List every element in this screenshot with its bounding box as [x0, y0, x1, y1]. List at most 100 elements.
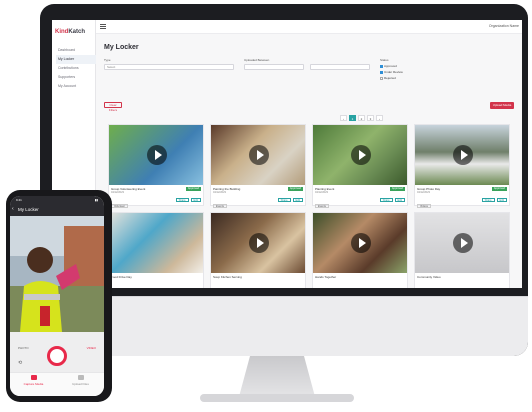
camera-preview-image: [10, 216, 104, 332]
status-approved-checkbox[interactable]: Approved: [380, 64, 397, 68]
hamburger-menu-icon[interactable]: [100, 24, 106, 29]
sidebar-item-dashboard[interactable]: Dashboard: [56, 46, 96, 55]
pagination-page[interactable]: 1: [349, 115, 356, 121]
status-badge: Approved: [389, 187, 405, 191]
media-title: Soup Kitchen Serving: [213, 275, 242, 279]
desktop-screen: KindKatch Dashboard My Locker Contributi…: [52, 20, 522, 288]
type-select[interactable]: Select: [104, 64, 234, 70]
play-icon[interactable]: [147, 145, 167, 165]
media-card[interactable]: Soup Kitchen Serving: [210, 212, 306, 288]
tab-capture-media[interactable]: Capture Media: [10, 375, 57, 386]
share-button[interactable]: Share: [379, 198, 393, 202]
play-icon[interactable]: [249, 145, 269, 165]
pagination-next[interactable]: ›: [376, 115, 383, 121]
phone-header: ‹ My Locker: [10, 204, 104, 216]
media-thumbnail: [211, 213, 305, 273]
mobile-screen: 9:41 ▮▮ ‹ My Locker PHOTO VIDEO ⟲ Captur…: [10, 196, 104, 396]
status-badge: Approved: [287, 187, 303, 191]
media-thumbnail: [313, 125, 407, 185]
flip-camera-icon[interactable]: ⟲: [18, 360, 22, 366]
pagination-page[interactable]: 3: [367, 115, 374, 121]
monitor-chin: [40, 296, 528, 356]
phone-status-bar: 9:41 ▮▮: [10, 196, 104, 204]
media-card[interactable]: Hands Together: [312, 212, 408, 288]
play-icon[interactable]: [249, 233, 269, 253]
media-date: 04/12/2023: [315, 191, 328, 194]
battery-icon: ▮▮: [94, 198, 98, 202]
phone-tab-bar: Capture Media Upload Files: [10, 372, 104, 396]
media-card[interactable]: Approved Planting Event 04/12/2023 Event…: [312, 124, 408, 208]
edit-button[interactable]: Edit: [190, 198, 201, 202]
clear-filters-button[interactable]: Clear Filters: [104, 102, 122, 112]
media-card[interactable]: Approved Group Photo Day 04/12/2023 Vide…: [414, 124, 510, 208]
date-from-input[interactable]: [244, 64, 304, 70]
logo[interactable]: KindKatch: [55, 29, 85, 35]
edit-button[interactable]: Edit: [292, 198, 303, 202]
media-thumbnail: [415, 125, 509, 185]
media-thumbnail: [313, 213, 407, 273]
logo-katch: Katch: [68, 29, 86, 35]
play-icon[interactable]: [453, 233, 473, 253]
media-thumbnail: [415, 213, 509, 273]
date-to-input[interactable]: [310, 64, 370, 70]
media-card[interactable]: Approved Painting the Building 04/12/202…: [210, 124, 306, 208]
date-filter-label: Uploaded Between: [244, 58, 270, 62]
media-date: 04/12/2023: [213, 191, 226, 194]
media-date: 04/12/2023: [417, 191, 430, 194]
share-button[interactable]: Share: [175, 198, 189, 202]
status-badge: Approved: [491, 187, 507, 191]
edit-button[interactable]: Edit: [394, 198, 405, 202]
tab-upload-files[interactable]: Upload Files: [57, 375, 104, 386]
sidebar-item-contributions[interactable]: Contributions: [56, 64, 96, 73]
card-actions: Share Edit: [481, 198, 507, 202]
filter-panel: Type Select Uploaded Between Status Appr…: [104, 58, 514, 98]
photo-mode-label[interactable]: PHOTO: [18, 346, 29, 350]
camera-controls: PHOTO VIDEO ⟲: [10, 332, 104, 372]
sidebar-item-my-locker[interactable]: My Locker: [56, 55, 96, 64]
phone-time: 9:41: [16, 198, 22, 202]
media-title: Hands Together: [315, 275, 337, 279]
play-icon[interactable]: [453, 145, 473, 165]
play-icon[interactable]: [351, 233, 371, 253]
pagination-page[interactable]: 2: [358, 115, 365, 121]
sidebar-item-supporters[interactable]: Supporters: [56, 73, 96, 82]
monitor-stand-base: [200, 394, 354, 402]
tab-label: Upload Files: [72, 382, 89, 386]
card-actions: Share Edit: [379, 198, 405, 202]
media-card[interactable]: Community Video: [414, 212, 510, 288]
media-tag: Events: [315, 204, 329, 208]
top-bar: Organization Name: [96, 20, 522, 34]
video-mode-label[interactable]: VIDEO: [87, 346, 96, 350]
media-tag: Volunteer: [111, 204, 128, 208]
organization-name[interactable]: Organization Name: [489, 24, 519, 28]
sidebar-item-my-account[interactable]: My Account: [56, 82, 96, 91]
pagination-prev[interactable]: ‹: [340, 115, 347, 121]
monitor-stand: [239, 356, 315, 396]
status-under-review-checkbox[interactable]: Under Review: [380, 70, 403, 74]
sidebar-nav: Dashboard My Locker Contributions Suppor…: [56, 46, 96, 91]
record-button[interactable]: [47, 346, 67, 366]
media-card[interactable]: Food Drive Day: [108, 212, 204, 288]
share-button[interactable]: Share: [277, 198, 291, 202]
share-button[interactable]: Share: [481, 198, 495, 202]
camera-preview: [10, 216, 104, 332]
camera-icon: [30, 375, 37, 380]
status-badge: Approved: [185, 187, 201, 191]
back-arrow-icon[interactable]: ‹: [12, 206, 14, 212]
card-actions: Share Edit: [175, 198, 201, 202]
media-thumbnail: [109, 213, 203, 273]
play-icon[interactable]: [351, 145, 371, 165]
type-filter-label: Type: [104, 58, 111, 62]
media-tag: Events: [213, 204, 227, 208]
upload-media-button[interactable]: Upload Media: [490, 102, 514, 109]
media-thumbnail: [211, 125, 305, 185]
tab-label: Capture Media: [23, 382, 44, 386]
media-title: Food Drive Day: [111, 275, 132, 279]
edit-button[interactable]: Edit: [496, 198, 507, 202]
media-title: Community Video: [417, 275, 441, 279]
product-mockup: KindKatch Dashboard My Locker Contributi…: [0, 0, 532, 412]
page-title: My Locker: [104, 44, 139, 51]
status-rejected-checkbox[interactable]: Rejected: [380, 76, 396, 80]
media-card[interactable]: Approved Group Volunteering Event 04/12/…: [108, 124, 204, 208]
logo-kind: Kind: [55, 29, 69, 35]
